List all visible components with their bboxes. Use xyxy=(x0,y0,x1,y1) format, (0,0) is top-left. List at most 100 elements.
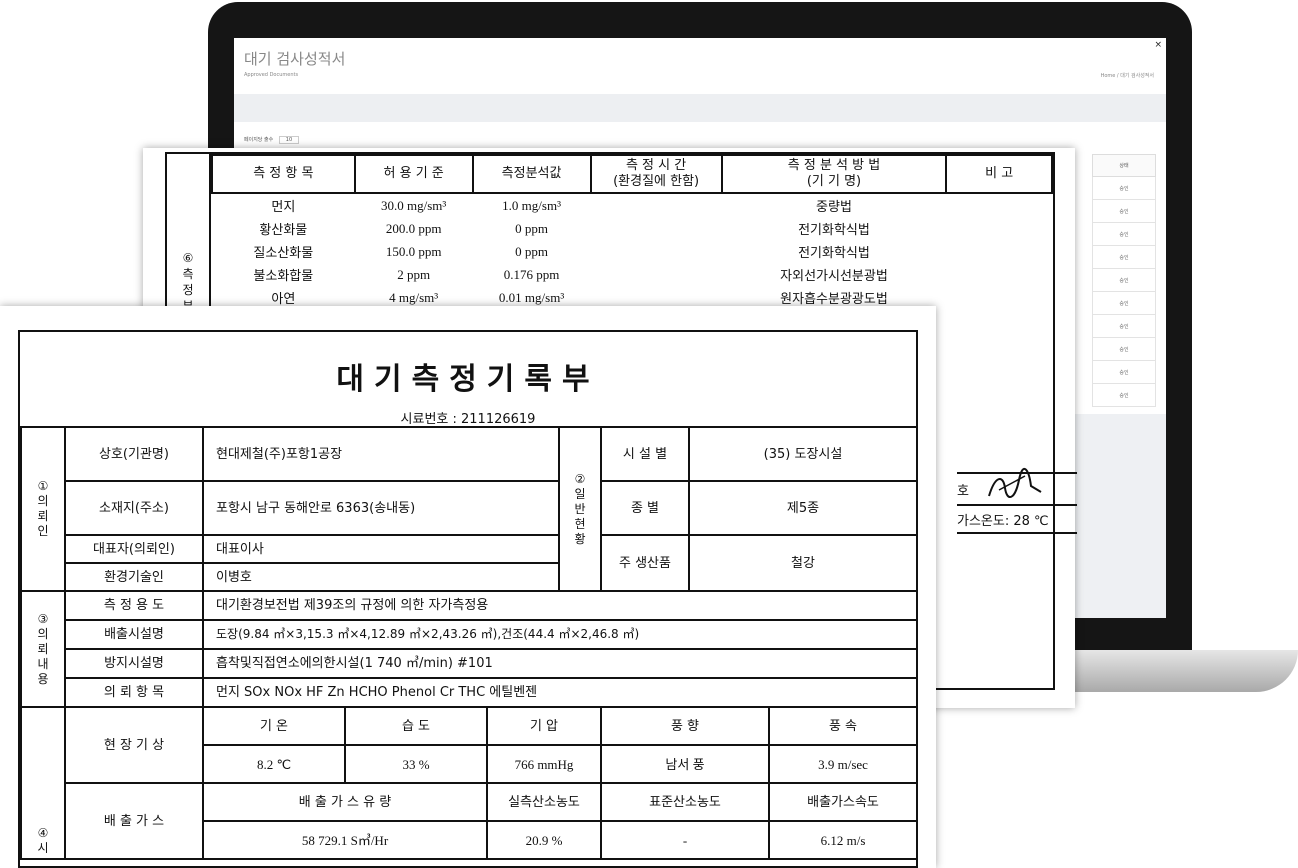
time-cell xyxy=(591,193,722,217)
status-badge[interactable]: 승인 xyxy=(1092,176,1156,200)
header-method: 측 정 분 석 방 법 (기 기 명) xyxy=(720,154,948,194)
header-note: 비 고 xyxy=(945,154,1053,194)
request-items-label: 의 뢰 항 목 xyxy=(64,677,204,708)
status-badge[interactable]: 승인 xyxy=(1092,245,1156,269)
document-list-table: 상태 승인 승인 승인 승인 승인 승인 승인 승인 승인 승인 xyxy=(1092,154,1156,407)
representative-label: 대표자(의뢰인) xyxy=(64,534,204,564)
screen-band xyxy=(234,94,1166,122)
exhaust-gas-label: 배 출 가 스 xyxy=(64,782,204,860)
table-row: 질소산화물 150.0 ppm 0 ppm 전기화학식법 xyxy=(212,240,1052,263)
limit-cell: 2 ppm xyxy=(397,266,431,282)
time-cell xyxy=(591,263,722,286)
status-column-header: 상태 xyxy=(1092,154,1156,177)
note-cell xyxy=(946,193,1052,217)
address-label: 소재지(주소) xyxy=(64,480,204,536)
weather-header-wind-speed: 풍 속 xyxy=(767,706,919,746)
note-cell xyxy=(946,217,1052,240)
method-cell: 자외선가시선분광법 xyxy=(780,269,888,284)
page-size-select[interactable]: 10 xyxy=(278,136,300,144)
page-size-label: 페이지당 출수 xyxy=(244,137,274,143)
gas-flow-value: 58 729.1 S㎥/Hr xyxy=(202,820,488,860)
status-badge[interactable]: 승인 xyxy=(1092,360,1156,384)
header-limit: 허 용 기 준 xyxy=(353,154,474,194)
close-icon[interactable]: × xyxy=(1154,40,1162,50)
screen-page-subtitle: Approved Documents xyxy=(244,72,299,78)
page-size-filter: 페이지당 출수 10 xyxy=(244,136,300,144)
header-value: 측정분석값 xyxy=(471,154,592,194)
screen-page-title: 대기 검사성적서 xyxy=(244,50,346,68)
value-cell: 0 ppm xyxy=(515,243,549,259)
measurement-table: 측 정 항 목 허 용 기 준 측정분석값 측 정 시 간 (환경질에 한함) … xyxy=(211,154,1053,309)
prevention-facility-value: 흡착및직접연소에의한시설(1 740 ㎥/min) #101 xyxy=(201,648,919,679)
weather-header-humidity: 습 도 xyxy=(344,706,488,746)
table-row: 먼지 30.0 mg/sm³ 1.0 mg/sm³ 중량법 xyxy=(212,193,1052,217)
request-items-value: 먼지 SOx NOx HF Zn HCHO Phenol Cr THC 에틸벤젠 xyxy=(201,677,919,708)
weather-header-wind-dir: 풍 향 xyxy=(600,706,770,746)
measurement-record-front-page: 대기측정기록부 시료번호 : 211126619 ① 의 뢰 인 상호(기관명)… xyxy=(0,306,936,868)
company-label: 상호(기관명) xyxy=(64,426,204,482)
value-cell: 1.0 mg/sm³ xyxy=(502,197,561,213)
gas-velocity-value: 6.12 m/s xyxy=(767,820,919,860)
gas-standard-oxygen-value: - xyxy=(600,820,770,860)
header-item: 측 정 항 목 xyxy=(211,154,356,194)
note-cell xyxy=(946,286,1052,309)
item-cell: 질소산화물 xyxy=(253,246,314,261)
weather-temp-value: 8.2 ℃ xyxy=(202,744,346,784)
emission-facility-value: 도장(9.84 ㎥×3,15.3 ㎥×4,12.89 ㎥×2,43.26 ㎥),… xyxy=(201,619,919,650)
table-row: 불소화합물 2 ppm 0.176 ppm 자외선가시선분광법 xyxy=(212,263,1052,286)
weather-header-temp: 기 온 xyxy=(202,706,346,746)
request-content-section-label: ③ 의 뢰 내 용 xyxy=(20,590,66,708)
weather-header-pressure: 기 압 xyxy=(486,706,602,746)
status-badge[interactable]: 승인 xyxy=(1092,268,1156,292)
breadcrumb[interactable]: Home / 대기 검사성적서 xyxy=(1101,72,1154,79)
time-cell xyxy=(591,217,722,240)
weather-pressure-value: 766 mmHg xyxy=(486,744,602,784)
value-cell: 0 ppm xyxy=(515,220,549,236)
gas-header-flow: 배 출 가 스 유 량 xyxy=(202,782,488,822)
gas-header-standard-oxygen: 표준산소농도 xyxy=(600,782,770,822)
limit-cell: 30.0 mg/sm³ xyxy=(380,197,447,213)
limit-cell: 150.0 ppm xyxy=(385,243,442,259)
note-cell xyxy=(946,240,1052,263)
gas-header-measured-oxygen: 실측산소농도 xyxy=(486,782,602,822)
status-badge[interactable]: 승인 xyxy=(1092,222,1156,246)
facility-type-value: (35) 도장시설 xyxy=(687,426,919,482)
weather-wind-dir-value: 남서 풍 xyxy=(600,744,770,784)
section-number: ⑥ xyxy=(182,251,194,265)
limit-cell: 200.0 ppm xyxy=(385,220,442,236)
value-cell: 0.176 ppm xyxy=(503,266,560,282)
gas-temperature: 가스온도: 28 ℃ xyxy=(957,514,1049,529)
status-badge[interactable]: 승인 xyxy=(1092,291,1156,315)
gas-header-velocity: 배출가스속도 xyxy=(767,782,919,822)
divider xyxy=(957,532,1077,534)
sample-number: 시료번호 : 211126619 xyxy=(400,412,536,427)
status-badge[interactable]: 승인 xyxy=(1092,314,1156,338)
purpose-value: 대기환경보전법 제39조의 규정에 의한 자가측정용 xyxy=(201,590,919,621)
front-page-frame: 대기측정기록부 시료번호 : 211126619 ① 의 뢰 인 상호(기관명)… xyxy=(18,330,919,868)
divider xyxy=(957,504,1077,506)
category-label: 종 별 xyxy=(600,480,690,536)
item-cell: 황산화물 xyxy=(259,223,308,238)
method-cell: 중량법 xyxy=(816,200,852,215)
item-cell: 먼지 xyxy=(271,200,296,215)
engineer-label: 환경기술인 xyxy=(64,562,204,592)
table-row: 황산화물 200.0 ppm 0 ppm 전기화학식법 xyxy=(212,217,1052,240)
signature-mark xyxy=(988,467,1042,498)
header-time: 측 정 시 간 (환경질에 한함) xyxy=(589,154,723,194)
measurement-section-label: ⑥ 측정부 xyxy=(167,154,211,314)
representative-value: 대표이사 xyxy=(202,534,560,564)
weather-label: 현 장 기 상 xyxy=(64,706,204,784)
time-cell xyxy=(591,240,722,263)
requester-section-label: ① 의 뢰 인 xyxy=(20,426,66,592)
address-value: 포항시 남구 동해안로 6363(송내동) xyxy=(202,480,560,536)
status-badge[interactable]: 승인 xyxy=(1092,337,1156,361)
status-badge[interactable]: 승인 xyxy=(1092,199,1156,223)
status-badge[interactable]: 승인 xyxy=(1092,383,1156,407)
weather-humidity-value: 33 % xyxy=(344,744,488,784)
site-section-label: ④ 시 xyxy=(20,706,66,860)
product-label: 주 생산품 xyxy=(600,534,690,592)
item-cell: 불소화합물 xyxy=(253,269,314,284)
note-cell xyxy=(946,263,1052,286)
gas-measured-oxygen-value: 20.9 % xyxy=(486,820,602,860)
prevention-facility-label: 방지시설명 xyxy=(64,648,204,679)
